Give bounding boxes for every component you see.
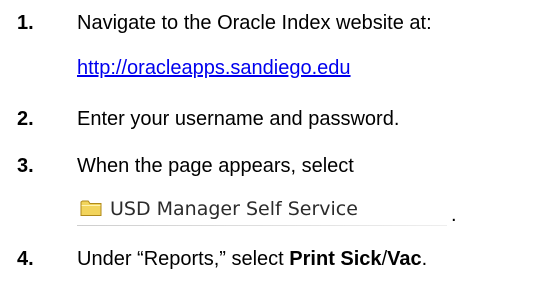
- step-1: 1. Navigate to the Oracle Index website …: [0, 3, 550, 43]
- step-text: Under “Reports,” select Print Sick/Vac.: [77, 239, 427, 279]
- folder-icon: [80, 200, 102, 216]
- step-number: 3.: [17, 155, 34, 177]
- vac-label: Vac: [387, 248, 422, 270]
- usd-manager-self-service-menu-item: USD Manager Self Service: [77, 191, 457, 227]
- step-text: Enter your username and password.: [77, 108, 400, 130]
- step-4: 4. Under “Reports,” select Print Sick/Va…: [0, 239, 550, 279]
- step-1-link-row: http://oracleapps.sandiego.edu: [0, 48, 550, 88]
- step-text: When the page appears, select: [77, 155, 354, 177]
- step-number: 2.: [17, 108, 34, 130]
- step-text: Navigate to the Oracle Index website at:: [77, 12, 432, 34]
- step-number: 1.: [17, 12, 34, 34]
- oracle-index-link[interactable]: http://oracleapps.sandiego.edu: [77, 48, 351, 88]
- trailing-period: .: [451, 204, 457, 226]
- print-sick-label: Print Sick: [289, 248, 382, 270]
- menu-item-underline: [77, 225, 447, 226]
- step-text-lead: Under “Reports,” select: [77, 248, 290, 270]
- step-number: 4.: [17, 248, 34, 270]
- step-text-end: .: [421, 248, 428, 270]
- step-3: 3. When the page appears, select: [0, 146, 550, 186]
- menu-item-label: USD Manager Self Service: [110, 198, 358, 220]
- step-2: 2. Enter your username and password.: [0, 99, 550, 139]
